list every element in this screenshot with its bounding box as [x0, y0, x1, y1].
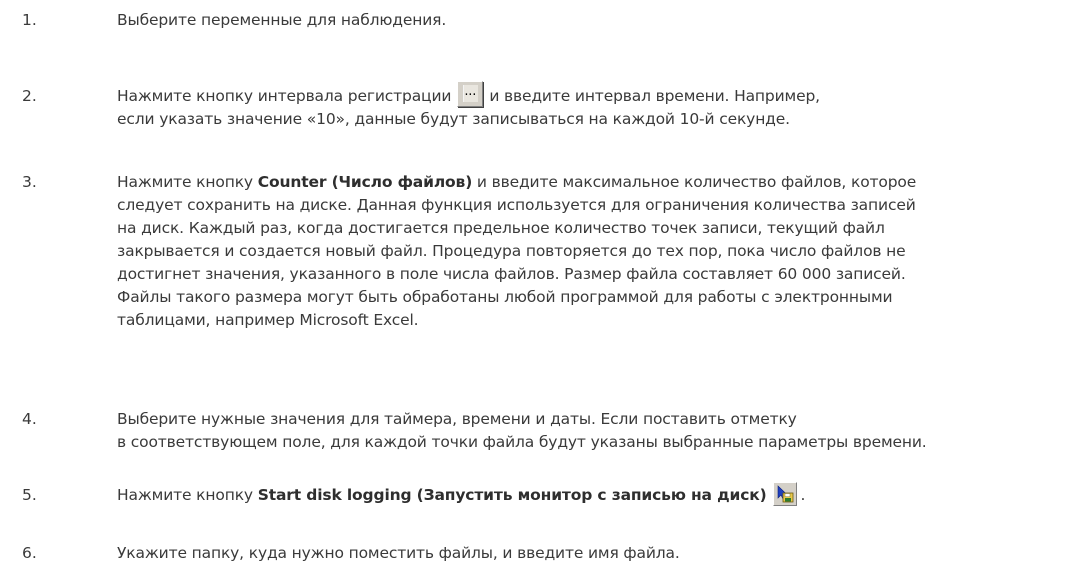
step-text-segment: . [800, 486, 806, 504]
step-text-segment: Нажмите кнопку интервала регистрации [117, 87, 452, 105]
step-line: достигнет значения, указанного в поле чи… [117, 265, 906, 283]
step-text: Укажите папку, куда нужно поместить файл… [117, 542, 1077, 565]
start-disk-logging-button[interactable] [772, 481, 797, 506]
step-line: в соответствующем поле, для каждой точки… [117, 433, 927, 451]
step-line: Нажмите кнопку интервала регистрации... и… [117, 81, 1077, 108]
step-line: Нажмите кнопку Counter (Число файлов) и … [117, 171, 1077, 194]
logging-interval-button[interactable]: ... [457, 81, 484, 107]
step-text: Нажмите кнопку Start disk logging (Запус… [117, 481, 1077, 507]
disk-logging-icon [777, 484, 793, 502]
step-number: 1. [22, 11, 37, 29]
step-text-segment: и введите максимальное количество файлов… [476, 173, 917, 191]
step-text-segment: Нажмите кнопку [117, 173, 253, 191]
step-line: Выберите переменные для наблюдения. [117, 11, 447, 29]
step-number: 2. [22, 87, 37, 105]
step-line: Укажите папку, куда нужно поместить файл… [117, 544, 680, 562]
step-number: 6. [22, 544, 37, 562]
step-line: Нажмите кнопку Start disk logging (Запус… [117, 481, 1077, 507]
step-line: Файлы такого размера могут быть обработа… [117, 288, 893, 306]
step-line: Выберите нужные значения для таймера, вр… [117, 410, 797, 428]
step-text: Нажмите кнопку интервала регистрации... и… [117, 81, 1077, 131]
step-text: Нажмите кнопку Counter (Число файлов) и … [117, 171, 1077, 332]
step-number: 5. [22, 486, 37, 504]
step-line: если указать значение «10», данные будут… [117, 110, 790, 128]
ellipsis-icon: ... [464, 84, 477, 99]
step-line: следует сохранить на диске. Данная функц… [117, 196, 916, 214]
button-name-counter: Counter (Число файлов) [257, 173, 473, 191]
step-text: Выберите нужные значения для таймера, вр… [117, 408, 1077, 454]
button-name-start-disk-logging: Start disk logging (Запустить монитор с … [257, 486, 767, 504]
step-number: 3. [22, 173, 37, 191]
step-text-segment: Нажмите кнопку [117, 486, 253, 504]
step-number: 4. [22, 410, 37, 428]
step-line: на диск. Каждый раз, когда достигается п… [117, 219, 885, 237]
step-line: таблицами, например Microsoft Excel. [117, 311, 419, 329]
step-text-segment: и введите интервал времени. Например, [489, 87, 820, 105]
step-line: закрывается и создается новый файл. Проц… [117, 242, 906, 260]
step-text: Выберите переменные для наблюдения. [117, 9, 1077, 32]
